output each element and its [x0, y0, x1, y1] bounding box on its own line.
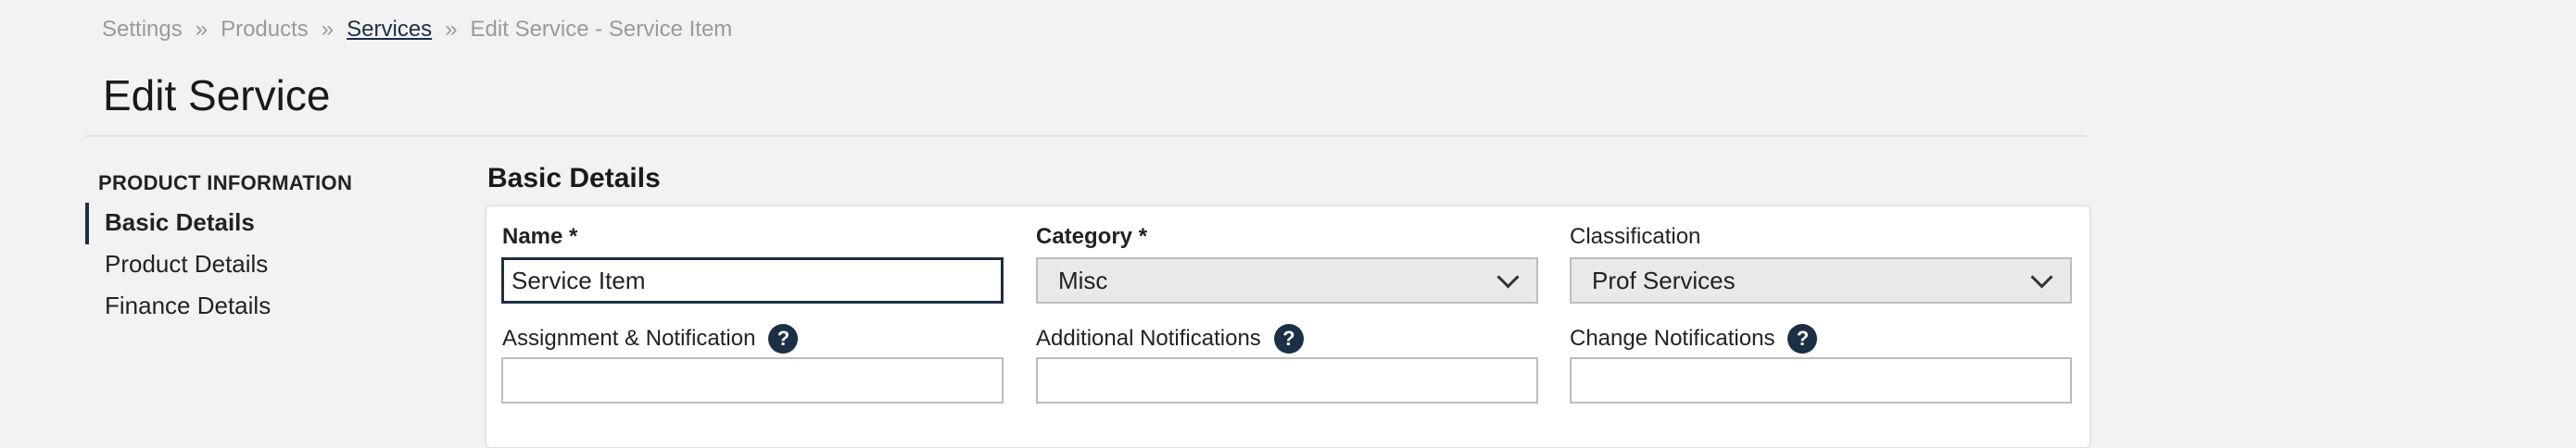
title-divider — [85, 135, 2087, 137]
chevron-down-icon — [1496, 265, 1520, 289]
breadcrumb-separator: » — [445, 17, 458, 42]
breadcrumb-products[interactable]: Products — [221, 17, 309, 43]
breadcrumb-services-link[interactable]: Services — [347, 17, 432, 43]
category-value: Misc — [1058, 266, 1108, 294]
change-label-row: Change Notifications ? — [1570, 324, 1818, 354]
change-notifications-label: Change Notifications — [1570, 326, 1775, 351]
classification-label: Classification — [1570, 224, 1701, 249]
sidebar-heading: PRODUCT INFORMATION — [98, 171, 353, 194]
basic-details-card: Name * Category * Misc Classification Pr… — [486, 205, 2090, 448]
help-icon[interactable]: ? — [1273, 324, 1304, 354]
name-input[interactable] — [501, 257, 1004, 304]
help-icon[interactable]: ? — [768, 324, 799, 354]
sidebar-item-finance-details[interactable]: Finance Details — [85, 286, 271, 328]
section-title: Basic Details — [487, 163, 661, 193]
classification-select[interactable]: Prof Services — [1570, 257, 2072, 304]
breadcrumb-settings[interactable]: Settings — [102, 17, 183, 43]
sidebar-item-product-details[interactable]: Product Details — [85, 244, 271, 286]
additional-notifications-label: Additional Notifications — [1036, 326, 1261, 351]
category-select[interactable]: Misc — [1036, 257, 1538, 304]
help-icon[interactable]: ? — [1787, 324, 1818, 354]
breadcrumb-separator: » — [195, 17, 208, 42]
classification-value: Prof Services — [1592, 266, 1736, 294]
change-notifications-input[interactable] — [1570, 357, 2072, 404]
sidebar-item-basic-details[interactable]: Basic Details — [85, 203, 271, 244]
sidebar-nav: Basic Details Product Details Finance De… — [85, 203, 271, 328]
assignment-input[interactable] — [501, 357, 1004, 404]
category-label: Category * — [1036, 224, 1148, 249]
additional-notifications-input[interactable] — [1036, 357, 1538, 404]
breadcrumb-separator: » — [321, 17, 335, 42]
chevron-down-icon — [2030, 265, 2053, 289]
assignment-label: Assignment & Notification — [502, 326, 756, 351]
assignment-label-row: Assignment & Notification ? — [502, 324, 799, 354]
breadcrumb-current: Edit Service - Service Item — [470, 17, 733, 42]
breadcrumb: Settings » Products » Services » Edit Se… — [102, 17, 732, 43]
additional-label-row: Additional Notifications ? — [1036, 324, 1304, 354]
name-label: Name * — [502, 224, 578, 249]
page-title: Edit Service — [103, 71, 331, 119]
